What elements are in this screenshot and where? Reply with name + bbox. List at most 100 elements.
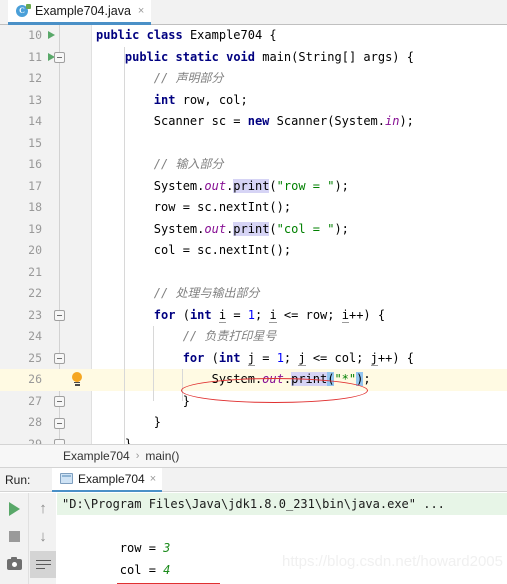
code-token: ++) { — [377, 350, 414, 365]
console-row-line: row = 3 — [57, 515, 507, 555]
code-line[interactable]: 28 } — [0, 412, 507, 434]
stop-button[interactable] — [1, 523, 27, 550]
code-line[interactable]: 27 } — [0, 391, 507, 413]
code-line[interactable]: 13 int row, col; — [0, 90, 507, 112]
line-number: 25 — [28, 350, 42, 365]
arrow-down-icon: ↓ — [39, 528, 47, 545]
close-icon[interactable]: × — [138, 5, 144, 17]
fold-toggle-icon[interactable] — [54, 52, 65, 63]
code-token: System. — [96, 221, 205, 236]
camera-icon — [6, 556, 22, 570]
scroll-up-button[interactable]: ↑ — [30, 495, 56, 522]
code-token: print — [233, 221, 270, 236]
breadcrumb-item-method[interactable]: main() — [145, 449, 179, 463]
editor-tab-example704[interactable]: C Example704.java × — [8, 0, 152, 25]
line-number: 18 — [28, 200, 42, 214]
code-text: public class Example704 { — [96, 25, 277, 47]
screenshot-button[interactable] — [1, 551, 27, 578]
code-token: for — [182, 350, 205, 365]
line-number: 28 — [28, 415, 42, 429]
code-token: ; — [363, 372, 371, 386]
code-text: for (int i = 1; i <= row; i++) { — [96, 305, 385, 327]
intention-bulb-icon[interactable] — [70, 372, 84, 388]
code-text: // 声明部分 — [96, 68, 224, 90]
code-token: public — [124, 49, 169, 64]
code-token: } — [96, 415, 162, 429]
code-token: Scanner(System. — [269, 114, 385, 128]
code-token: ++) { — [348, 307, 386, 322]
soft-wrap-button[interactable] — [30, 551, 56, 578]
breadcrumb[interactable]: Example704 › main() — [0, 444, 507, 468]
line-number: 27 — [28, 393, 42, 408]
code-line[interactable]: 20 col = sc.nextInt(); — [0, 240, 507, 262]
console-row-prompt: row = — [119, 541, 164, 555]
fold-toggle-icon[interactable] — [54, 310, 65, 321]
code-line[interactable]: 15 — [0, 133, 507, 155]
code-text: // 处理与输出部分 — [96, 283, 260, 305]
code-token: [] args) { — [341, 49, 414, 64]
code-token: new — [247, 114, 270, 128]
close-icon[interactable]: × — [150, 473, 156, 485]
console-output[interactable]: "D:\Program Files\Java\jdk1.8.0_231\bin\… — [57, 493, 507, 584]
code-token: int — [153, 92, 176, 107]
code-line[interactable]: 17 System.out.print("row = "); — [0, 176, 507, 198]
line-number: 11 — [28, 49, 42, 64]
intellij-idea-window: C Example704.java × 10 public class Examp… — [0, 0, 507, 584]
line-number: 23 — [28, 307, 42, 322]
scroll-down-button[interactable]: ↓ — [30, 523, 56, 550]
code-line[interactable]: 14 Scanner sc = new Scanner(System.in); — [0, 111, 507, 133]
code-line[interactable]: 23 for (int i = 1; i <= row; i++) { — [0, 305, 507, 327]
code-line[interactable]: 18 row = sc.nextInt(); — [0, 197, 507, 219]
chevron-right-icon: › — [135, 450, 140, 462]
console-col-value: 4 — [163, 563, 171, 577]
code-token: ; — [255, 307, 270, 322]
code-line[interactable]: 21 — [0, 262, 507, 284]
code-token: <= row; — [276, 307, 342, 322]
code-token: static — [175, 49, 219, 64]
line-number: 10 — [28, 28, 42, 42]
code-line[interactable]: 26 System.out.print("*"); — [0, 369, 507, 391]
code-token: ( — [269, 221, 277, 236]
fold-toggle-icon[interactable] — [54, 417, 65, 429]
run-tab-example704[interactable]: Example704 × — [52, 467, 163, 492]
code-editor[interactable]: 10 public class Example704 {11 public sta… — [0, 25, 507, 451]
code-token: public — [96, 28, 140, 42]
code-line[interactable]: 10 public class Example704 { — [0, 25, 507, 47]
code-line[interactable]: 12 // 声明部分 — [0, 68, 507, 90]
code-line[interactable]: 22 // 处理与输出部分 — [0, 283, 507, 305]
line-number: 17 — [28, 178, 42, 193]
line-number: 14 — [28, 114, 42, 128]
fold-toggle-icon[interactable] — [54, 353, 65, 364]
code-text: System.out.print("*"); — [96, 369, 371, 391]
code-token: System. — [96, 372, 263, 386]
code-text: col = sc.nextInt(); — [96, 240, 291, 262]
code-token: = — [226, 307, 248, 322]
run-gutter-icon[interactable] — [48, 31, 55, 39]
code-token: ( — [269, 178, 277, 193]
line-number: 22 — [28, 286, 42, 300]
code-line[interactable]: 25 for (int j = 1; j <= col; j++) { — [0, 348, 507, 370]
code-token: Scanner sc = — [96, 114, 248, 128]
line-number: 12 — [28, 71, 42, 85]
code-token: i — [218, 307, 227, 323]
rerun-button[interactable] — [1, 495, 27, 522]
code-line[interactable]: 11 public static void main(String[] args… — [0, 47, 507, 69]
fold-toggle-icon[interactable] — [54, 396, 65, 407]
breadcrumb-item-class[interactable]: Example704 — [63, 449, 130, 463]
code-token: out — [204, 178, 227, 193]
code-text: int row, col; — [96, 90, 248, 112]
console-command-line: "D:\Program Files\Java\jdk1.8.0_231\bin\… — [57, 493, 507, 515]
console-icon — [60, 473, 73, 484]
code-line[interactable]: 16 // 输入部分 — [0, 154, 507, 176]
indent-guide — [153, 326, 154, 401]
code-token: ( — [327, 372, 335, 386]
code-line[interactable]: 19 System.out.print("col = "); — [0, 219, 507, 241]
code-line[interactable]: 24 // 负责打印星号 — [0, 326, 507, 348]
editor-tab-strip: C Example704.java × — [0, 0, 507, 25]
code-text: Scanner sc = new Scanner(System.in); — [96, 111, 414, 133]
